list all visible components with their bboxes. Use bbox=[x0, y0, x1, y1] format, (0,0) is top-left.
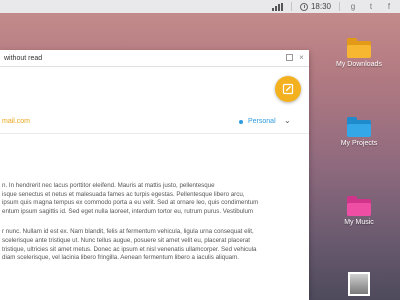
sender-email[interactable]: mail.com bbox=[2, 118, 30, 125]
desktop-item-projects[interactable]: My Projects bbox=[324, 117, 394, 147]
paragraph: r nunc. Nullam id est ex. Nam blandit, f… bbox=[2, 228, 257, 262]
desktop-item-label: My Projects bbox=[340, 140, 378, 147]
message-body: n. In hendrerit nec lacus porttitor elei… bbox=[2, 182, 302, 271]
google-plus-icon[interactable]: g bbox=[348, 2, 358, 11]
twitter-icon[interactable]: t bbox=[366, 2, 376, 11]
clock-time: 18:30 bbox=[310, 2, 331, 11]
sender-row: mail.com Personal ⌄ bbox=[0, 110, 309, 134]
desktop-item-photo[interactable] bbox=[324, 272, 394, 296]
folder-icon bbox=[347, 196, 371, 216]
folder-icon bbox=[347, 38, 371, 58]
image-thumbnail bbox=[348, 272, 370, 296]
facebook-icon[interactable]: f bbox=[384, 2, 394, 11]
mail-window: without read × mail.com Personal ⌄ n. In… bbox=[0, 50, 309, 300]
desktop-item-downloads[interactable]: My Downloads bbox=[324, 38, 394, 68]
divider bbox=[290, 2, 292, 11]
close-icon[interactable]: × bbox=[298, 54, 305, 62]
account-label[interactable]: Personal bbox=[248, 118, 276, 125]
chevron-down-icon[interactable]: ⌄ bbox=[284, 116, 291, 125]
maximize-icon[interactable] bbox=[286, 54, 293, 61]
desktop-item-label: My Music bbox=[344, 219, 374, 226]
account-dot-icon bbox=[239, 120, 243, 124]
compose-button[interactable] bbox=[275, 76, 301, 102]
desktop-item-label: My Downloads bbox=[336, 61, 382, 68]
window-title: without read bbox=[4, 54, 43, 62]
clock-icon bbox=[299, 2, 308, 11]
desktop-item-music[interactable]: My Music bbox=[324, 196, 394, 226]
folder-icon bbox=[347, 117, 371, 137]
paragraph: n. In hendrerit nec lacus porttitor elei… bbox=[2, 182, 259, 215]
signal-icon bbox=[271, 2, 283, 11]
window-titlebar[interactable]: without read × bbox=[0, 50, 309, 67]
status-bar: 18:30 g t f bbox=[0, 0, 400, 13]
edit-icon bbox=[282, 83, 294, 95]
divider bbox=[339, 2, 340, 11]
clock[interactable]: 18:30 bbox=[299, 2, 331, 11]
